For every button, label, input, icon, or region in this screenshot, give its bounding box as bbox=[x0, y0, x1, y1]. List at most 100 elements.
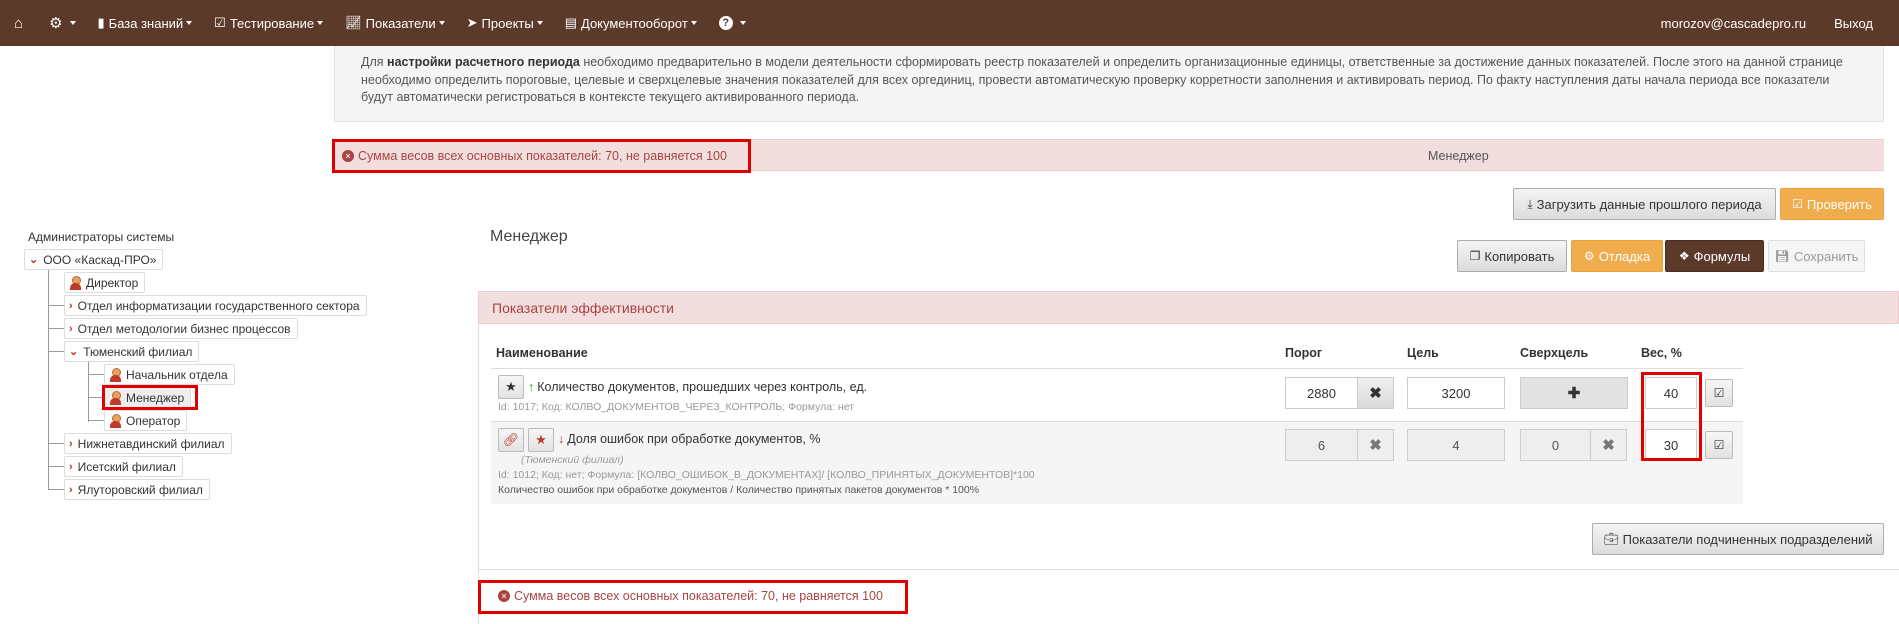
tree-item-isetsk[interactable]: › Исетский филиал bbox=[64, 456, 183, 477]
chevron-right-icon: › bbox=[69, 299, 73, 312]
document-icon: ▤ bbox=[564, 15, 577, 30]
copy-button[interactable]: ❐ Копировать bbox=[1457, 240, 1567, 272]
check-square-icon: ☑ bbox=[1713, 386, 1725, 400]
indicator-meta: Id: 1012; Код: нет; Формула: [КОЛВО_ОШИБ… bbox=[498, 469, 1035, 481]
clear-overtarget-button[interactable]: ✖ bbox=[1590, 429, 1627, 461]
nav-projects[interactable]: ➤ Проекты bbox=[456, 0, 554, 46]
close-icon: ✖ bbox=[1369, 385, 1382, 402]
tree-item-director-label: Директор bbox=[86, 275, 139, 290]
logout-link[interactable]: Выход bbox=[1820, 0, 1899, 46]
column-header-threshold: Порог bbox=[1285, 346, 1323, 360]
highlight-box bbox=[1641, 372, 1702, 461]
target-input[interactable]: 3200 bbox=[1407, 377, 1505, 409]
highlight-box bbox=[102, 385, 198, 410]
tree-item-isetsk-label: Исетский филиал bbox=[77, 459, 176, 474]
user-email[interactable]: morozov@cascadepro.ru bbox=[1647, 0, 1820, 46]
briefcase-icon: 💼︎ bbox=[1603, 532, 1619, 546]
nav-docflow[interactable]: ▤ Документооборот bbox=[554, 0, 708, 46]
tree-item-nizhnetavda[interactable]: › Нижнетавдинский филиал bbox=[64, 433, 232, 454]
tree-item-operator[interactable]: Оператор bbox=[104, 410, 188, 431]
top-navbar: ⌂ ⚙ ▮ База знаний ☑ Тестирование 📈︎ Показат… bbox=[0, 0, 1899, 46]
check-button[interactable]: ☑ Проверить bbox=[1780, 188, 1884, 220]
confirm-button[interactable]: ☑ bbox=[1705, 431, 1733, 459]
chevron-right-icon: › bbox=[69, 460, 73, 473]
info-bold: настройки расчетного периода bbox=[387, 55, 580, 69]
tree-item-admins[interactable]: Администраторы системы bbox=[24, 226, 181, 247]
question-icon: ? bbox=[718, 16, 733, 30]
debug-label: Отладка bbox=[1598, 248, 1651, 264]
load-previous-button[interactable]: ⤓ Загрузить данные прошлого периода bbox=[1513, 188, 1776, 220]
tree-connector bbox=[89, 374, 104, 375]
arrow-up-icon: ↑ bbox=[528, 380, 535, 394]
gear-icon: ⚙ bbox=[49, 15, 63, 32]
panel-heading-label: Показатели эффективности bbox=[492, 299, 674, 316]
arrow-down-icon: ↓ bbox=[558, 432, 565, 446]
person-icon bbox=[109, 367, 122, 382]
tree-item-dept1-label: Отдел информатизации государственного се… bbox=[77, 298, 360, 313]
chevron-right-icon: › bbox=[69, 437, 73, 450]
tree-connector bbox=[49, 489, 64, 490]
tree-item-tyumen[interactable]: ⌄ Тюменский филиал bbox=[64, 341, 200, 362]
debug-button[interactable]: ⚙ Отладка bbox=[1571, 240, 1663, 272]
tree-item-dept2[interactable]: › Отдел методологии бизнес процессов bbox=[64, 318, 298, 339]
tree-item-yalutorovsk[interactable]: › Ялуторовский филиал bbox=[64, 479, 210, 500]
chevron-down-icon bbox=[317, 21, 324, 25]
tree-connector bbox=[49, 305, 64, 306]
link-button[interactable]: 🔗︎ bbox=[498, 428, 524, 452]
nav-help[interactable]: ? bbox=[708, 0, 757, 46]
indicator-meta: Id: 1017; Код: КОЛВО_ДОКУМЕНТОВ_ЧЕРЕЗ_КО… bbox=[498, 401, 855, 413]
tree-connector bbox=[89, 420, 104, 421]
info-text: необходимо предварительно в модели деяте… bbox=[361, 55, 1843, 104]
nav-knowledge-base[interactable]: ▮ База знаний bbox=[87, 0, 204, 46]
target-input[interactable]: 4 bbox=[1407, 429, 1505, 461]
close-icon: ✖ bbox=[1369, 437, 1382, 454]
nav-indicators-label: Показатели bbox=[365, 15, 436, 31]
nav-settings[interactable]: ⚙ bbox=[38, 0, 86, 46]
nav-testing[interactable]: ☑ Тестирование bbox=[203, 0, 334, 46]
tree-item-head[interactable]: Начальник отдела bbox=[104, 364, 235, 385]
indicator-name: ↓ Доля ошибок при обработке документов, % bbox=[558, 432, 821, 446]
tree-connector bbox=[49, 328, 64, 329]
formulas-label: Формулы bbox=[1693, 248, 1751, 264]
tree-item-nizhnetavda-label: Нижнетавдинский филиал bbox=[77, 436, 225, 451]
column-header-target: Цель bbox=[1407, 346, 1439, 360]
star-button[interactable]: ★ bbox=[528, 428, 554, 452]
tree-item-org-label: ООО «Каскад-ПРО» bbox=[43, 252, 157, 267]
nav-projects-label: Проекты bbox=[481, 15, 534, 31]
chevron-down-icon bbox=[69, 21, 76, 25]
threshold-input[interactable]: 6 bbox=[1285, 429, 1358, 461]
indicator-branch: (Тюменский филиал) bbox=[521, 454, 624, 466]
subordinate-indicators-button[interactable]: 💼︎ Показатели подчиненных подразделений bbox=[1592, 523, 1884, 555]
paper-plane-icon: ➤ bbox=[466, 15, 478, 30]
formulas-button[interactable]: ❖ Формулы bbox=[1665, 240, 1764, 272]
nav-indicators[interactable]: 📈︎ Показатели bbox=[334, 0, 456, 46]
plus-icon: ✚ bbox=[1567, 385, 1581, 402]
confirm-button[interactable]: ☑ bbox=[1705, 379, 1733, 407]
threshold-input[interactable]: 2880 bbox=[1285, 377, 1358, 409]
save-button[interactable]: 💾︎ Сохранить bbox=[1768, 240, 1865, 272]
nav-home[interactable]: ⌂ bbox=[0, 0, 38, 46]
tree-item-tyumen-label: Тюменский филиал bbox=[83, 344, 193, 359]
load-previous-label: Загрузить данные прошлого периода bbox=[1536, 196, 1762, 212]
chevron-down-icon bbox=[438, 21, 445, 25]
clear-threshold-button[interactable]: ✖ bbox=[1357, 429, 1394, 461]
clear-threshold-button[interactable]: ✖ bbox=[1357, 377, 1394, 409]
floppy-icon: 💾︎ bbox=[1774, 249, 1790, 263]
save-label: Сохранить bbox=[1793, 248, 1859, 264]
overtarget-input[interactable]: 0 bbox=[1520, 429, 1591, 461]
star-button[interactable]: ★ bbox=[498, 375, 524, 399]
tree-item-org[interactable]: ⌄ ООО «Каскад-ПРО» bbox=[24, 249, 164, 270]
book-icon: ▮ bbox=[97, 15, 105, 30]
chart-icon: 📈︎ bbox=[345, 15, 362, 30]
tree-item-dept1[interactable]: › Отдел информатизации государственного с… bbox=[64, 295, 367, 316]
tree-item-director[interactable]: Директор bbox=[64, 272, 146, 293]
tree-item-yalutorovsk-label: Ялуторовский филиал bbox=[77, 482, 203, 497]
gears-icon: ⚙ bbox=[1583, 249, 1595, 263]
person-icon bbox=[69, 275, 82, 290]
column-header-over: Сверхцель bbox=[1520, 346, 1589, 360]
column-header-weight: Вес, % bbox=[1641, 346, 1682, 360]
star-icon: ★ bbox=[505, 379, 517, 394]
add-overtarget-button[interactable]: ✚ bbox=[1520, 377, 1628, 409]
close-icon: ✖ bbox=[1602, 437, 1615, 454]
checkbox-icon: ☑ bbox=[214, 15, 226, 30]
